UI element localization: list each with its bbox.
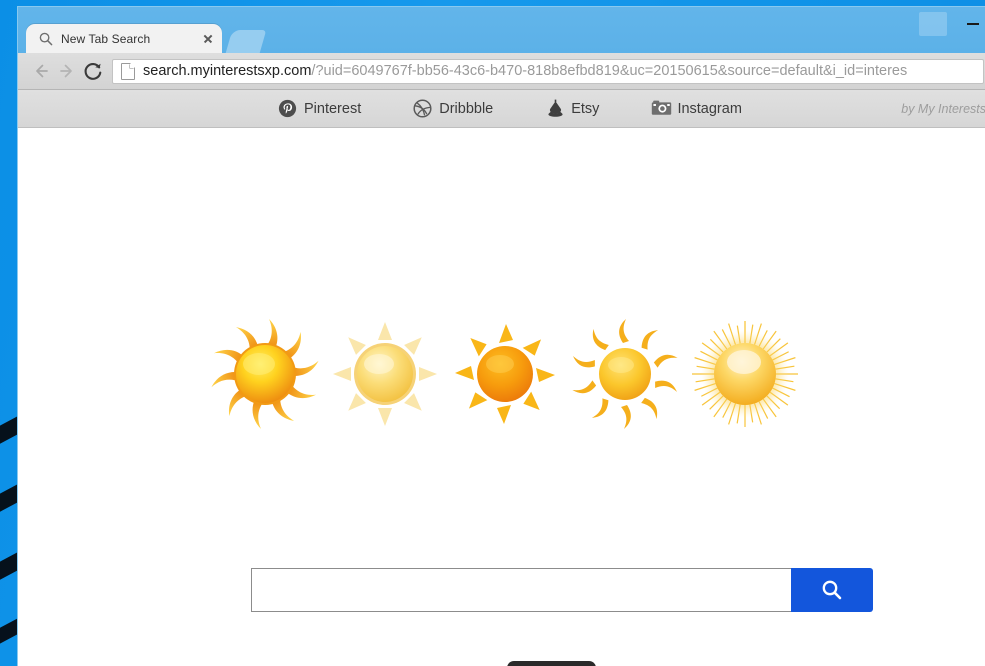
sun-curved-rays — [565, 313, 685, 435]
tab-title: New Tab Search — [61, 31, 151, 46]
address-bar-host: search.myinterestsxp.com — [143, 63, 312, 79]
sun-pale-triangle-rays — [325, 313, 445, 435]
browser-toolbar: search.myinterestsxp.com/?uid=6049767f-b… — [18, 53, 985, 90]
new-tab-button[interactable] — [225, 30, 267, 53]
page-content: amazon > Shop now — [18, 128, 985, 666]
bookmark-label: Dribbble — [439, 100, 494, 117]
bookmarks-attribution: by My Interests — [901, 101, 985, 116]
back-arrow-icon[interactable] — [28, 58, 54, 84]
bookmark-label: Etsy — [571, 100, 600, 117]
search-magnifier-icon — [822, 580, 842, 600]
bookmark-etsy[interactable]: Etsy — [545, 99, 599, 118]
page-document-icon — [121, 62, 135, 80]
amazon-shop-now-button[interactable]: amazon > Shop now — [507, 661, 596, 666]
sun-logo-row — [18, 313, 985, 435]
tab-new-tab-search[interactable]: New Tab Search — [26, 24, 222, 53]
close-tab-icon[interactable] — [200, 31, 216, 47]
address-bar-url: search.myinterestsxp.com/?uid=6049767f-b… — [143, 64, 907, 79]
dribbble-icon — [413, 99, 432, 118]
sun-flame-rays — [205, 313, 325, 435]
address-bar-path: /?uid=6049767f-bb56-43c6-b470-818b8efbd8… — [311, 63, 908, 79]
minimize-button[interactable] — [962, 13, 984, 33]
bookmark-pinterest[interactable]: Pinterest — [278, 99, 361, 118]
browser-window: New Tab Search search.myinterestsxp.com/… — [17, 6, 985, 666]
bookmark-instagram[interactable]: Instagram — [651, 99, 742, 118]
pinterest-icon — [278, 99, 297, 118]
search-submit-button[interactable] — [791, 568, 873, 612]
forward-arrow-icon[interactable] — [54, 58, 80, 84]
search-input[interactable] — [251, 568, 791, 612]
bookmark-label: Instagram — [677, 100, 742, 117]
address-bar[interactable]: search.myinterestsxp.com/?uid=6049767f-b… — [112, 58, 984, 84]
sun-orange-triangle-rays — [445, 313, 565, 435]
tab-strip: New Tab Search — [18, 7, 985, 53]
bookmark-dribbble[interactable]: Dribbble — [413, 99, 493, 118]
bookmarks-bar: Pinterest Dribbble Etsy Instagram by My … — [18, 90, 985, 128]
bookmark-label: Pinterest — [304, 100, 362, 117]
search-magnifier-favicon — [38, 31, 54, 47]
search-bar — [251, 568, 873, 612]
etsy-icon — [545, 99, 564, 118]
sun-spiky-halo — [685, 313, 805, 435]
instagram-icon — [651, 99, 672, 118]
user-avatar-icon[interactable] — [919, 12, 947, 36]
reload-icon[interactable] — [80, 58, 106, 84]
